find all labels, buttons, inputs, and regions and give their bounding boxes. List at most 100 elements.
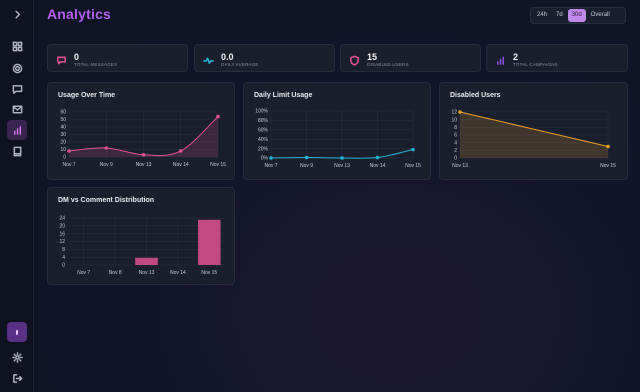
y-tick-label: 0	[62, 263, 65, 269]
target-icon	[12, 63, 22, 73]
data-point	[606, 144, 610, 149]
chart-card-daily-limit-usage: Daily Limit Usage 0% 20% 40% 60% 80% 100% Nov …	[243, 82, 431, 180]
sidebar-item-messages[interactable]	[7, 79, 27, 99]
y-tick-label: 12	[451, 110, 457, 116]
settings-button[interactable]	[7, 347, 27, 367]
stat-label: TOTAL CAMPAIGNS	[513, 62, 558, 67]
disabled-users-chart: 0 2 46 8 1012 Nov 13 Nov 15	[451, 110, 616, 169]
x-tick-label: Nov 13	[452, 163, 468, 169]
data-point	[304, 155, 309, 160]
y-tick-label: 40%	[258, 137, 269, 143]
time-range-selector: 24h 7d 30d Overall	[530, 7, 626, 24]
data-point	[104, 146, 109, 150]
sidebar-item-analytics[interactable]	[7, 120, 27, 140]
sidebar-item-dashboard[interactable]	[7, 36, 27, 56]
chevron-right-icon	[14, 10, 20, 18]
data-point	[340, 156, 344, 160]
chart-card-dm-vs-comment: DM vs Comment Distribution 0 4 8 12 16 20 24 No…	[47, 187, 235, 285]
y-tick-label: 20	[60, 140, 66, 146]
y-tick-label: 30	[60, 132, 66, 138]
range-overall-button[interactable]: Overall	[587, 9, 614, 22]
y-tick-label: 60	[60, 110, 66, 116]
y-tick-label: 0	[454, 156, 457, 162]
x-tick-label: Nov 14	[370, 163, 386, 169]
y-tick-label: 8	[454, 125, 457, 131]
y-tick-label: 20%	[258, 146, 269, 152]
range-7d-button[interactable]: 7d	[552, 9, 567, 22]
sidebar-item-targets[interactable]	[7, 58, 27, 78]
bar	[197, 219, 221, 265]
x-tick-label: Nov 15	[405, 163, 421, 169]
daily-limit-usage-chart: 0% 20% 40% 60% 80% 100% Nov 7 Nov 9 Nov 13 Nov 14…	[255, 109, 421, 169]
y-tick-label: 60%	[258, 128, 269, 134]
x-tick-label: Nov 7	[62, 162, 75, 168]
data-point	[141, 152, 146, 157]
y-tick-label: 10	[451, 117, 457, 123]
analytics-icon	[13, 125, 21, 135]
data-point	[375, 155, 380, 160]
logout-icon	[12, 373, 22, 383]
stat-label: TOTAL MESSAGES	[74, 62, 118, 67]
x-tick-label: Nov 9	[300, 163, 313, 169]
y-tick-label: 2	[454, 148, 457, 154]
expand-sidebar-button[interactable]	[7, 4, 27, 24]
x-tick-label: Nov 8	[109, 270, 122, 276]
y-tick-label: 8	[62, 247, 65, 253]
x-tick-label: Nov 9	[100, 162, 113, 168]
y-tick-label: 100%	[255, 109, 268, 115]
x-tick-label: Nov 14	[173, 162, 189, 168]
y-tick-label: 6	[454, 133, 457, 139]
message-icon	[56, 53, 67, 65]
y-tick-label: 50	[60, 117, 66, 123]
x-tick-label: Nov 15	[600, 163, 616, 169]
y-tick-label: 12	[59, 239, 65, 245]
chart-card-disabled-users: Disabled Users 0 2 4 6 8 10 12 Nov 13 Nov 15	[439, 82, 628, 180]
range-24h-button[interactable]: 24h	[533, 9, 551, 22]
y-tick-label: 10	[60, 147, 66, 153]
book-icon	[13, 146, 21, 156]
x-tick-label: Nov 15	[201, 270, 217, 276]
usage-over-time-chart: 0 1020 3040 5060 Nov 7 Nov 9 Nov 13 Nov 14 Nov 1…	[60, 110, 226, 168]
stat-label: DISABLED USERS	[367, 62, 409, 67]
y-tick-label: 4	[62, 255, 65, 261]
gear-icon	[11, 351, 23, 363]
stat-card-total-messages: 0 TOTAL MESSAGES	[47, 44, 188, 72]
avatar-glyph	[16, 329, 18, 335]
stat-card-total-campaigns: 2 TOTAL CAMPAIGNS	[486, 44, 628, 72]
dashboard-grid-icon	[12, 41, 22, 51]
sidebar	[0, 0, 34, 392]
page-title: Analytics	[47, 6, 112, 22]
bar-chart-icon	[495, 53, 506, 65]
logout-button[interactable]	[7, 368, 27, 388]
x-tick-label: Nov 13	[334, 163, 350, 169]
sidebar-item-docs[interactable]	[7, 141, 27, 161]
mail-icon	[12, 105, 22, 113]
dm-vs-comment-chart: 0 4 8 12 1620 24 Nov 7 Nov 8 Nov 13 Nov 14 Nov 15	[59, 216, 225, 276]
data-point	[458, 110, 462, 114]
y-tick-label: 40	[60, 125, 66, 131]
message-icon	[12, 84, 22, 94]
y-tick-label: 20	[59, 224, 65, 230]
data-point	[67, 149, 71, 153]
x-tick-label: Nov 7	[77, 270, 90, 276]
stat-value: 0.0	[221, 52, 234, 62]
data-point	[216, 114, 220, 119]
x-tick-label: Nov 13	[136, 162, 152, 168]
avatar[interactable]	[7, 322, 27, 342]
bar	[135, 257, 158, 265]
data-point	[411, 147, 415, 152]
data-point	[178, 149, 183, 153]
range-30d-button[interactable]: 30d	[567, 9, 586, 22]
y-tick-label: 4	[454, 140, 457, 146]
stat-card-disabled-users: 15 DISABLED USERS	[340, 44, 481, 72]
x-tick-label: Nov 14	[170, 270, 186, 276]
stat-label: DAILY AVERAGE	[221, 62, 259, 67]
sidebar-item-mail[interactable]	[7, 99, 27, 119]
y-tick-label: 0%	[261, 156, 269, 162]
pulse-icon	[203, 53, 214, 65]
x-tick-label: Nov 7	[264, 163, 277, 169]
stat-value: 2	[513, 52, 519, 62]
y-tick-label: 80%	[258, 118, 269, 124]
stat-card-daily-average: 0.0 DAILY AVERAGE	[194, 44, 335, 72]
stat-value: 0	[74, 52, 80, 62]
